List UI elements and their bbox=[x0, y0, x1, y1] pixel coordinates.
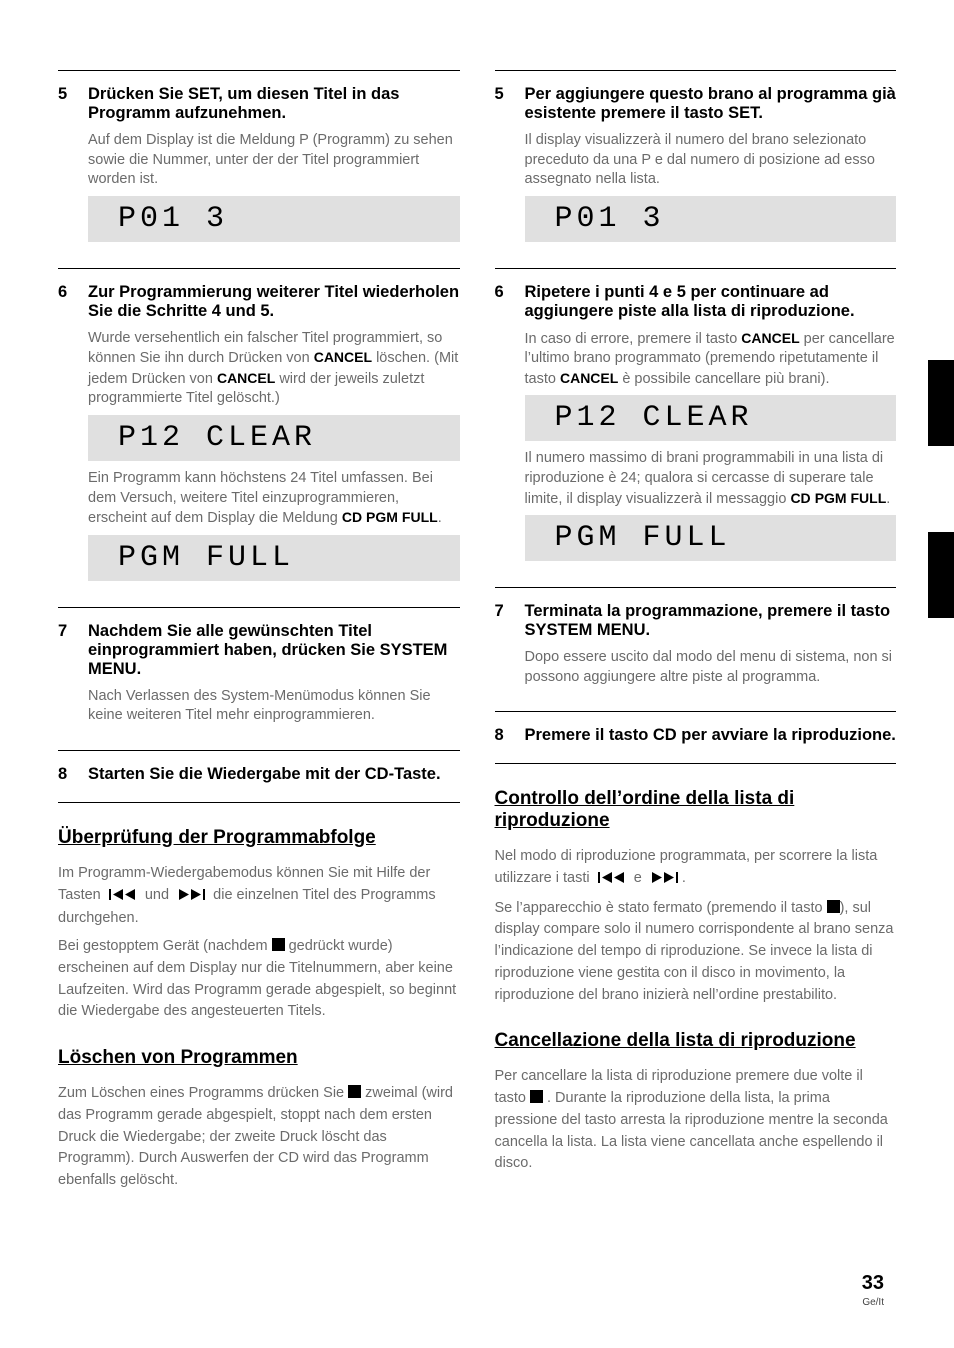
step-note: In caso di errore, premere il tasto CANC… bbox=[525, 329, 897, 390]
prev-track-icon bbox=[109, 887, 137, 909]
cancel-label: CANCEL bbox=[741, 330, 799, 346]
lcd-display: P01 3 bbox=[88, 196, 460, 242]
step-text: Starten Sie die Wiedergabe mit der CD-Ta… bbox=[88, 765, 460, 784]
step-note: Il numero massimo di brani programmabili… bbox=[525, 449, 897, 509]
step-note: Nach Verlassen des System-Menümodus könn… bbox=[88, 687, 460, 726]
manual-page: 5 Drücken Sie SET, um diesen Titel in da… bbox=[0, 0, 954, 1348]
step-text: Premere il tasto CD per avviare la ripro… bbox=[525, 726, 897, 745]
step-note: Il display visualizzerà il numero del br… bbox=[525, 131, 897, 190]
lcd-display: P01 3 bbox=[525, 196, 897, 242]
lcd-display: PGM FULL bbox=[525, 515, 897, 561]
lcd-display: P12 CLEAR bbox=[525, 395, 897, 441]
prev-track-icon bbox=[598, 870, 626, 892]
step-text: Drücken Sie SET, um diesen Titel in das … bbox=[88, 85, 460, 123]
page-number: 33 bbox=[862, 1272, 884, 1295]
cancel-label: CANCEL bbox=[560, 370, 618, 386]
side-tabs bbox=[928, 360, 954, 618]
full-label: FULL bbox=[402, 509, 438, 525]
paragraph: Per cancellare la lista di riproduzione … bbox=[495, 1066, 897, 1175]
paragraph: Zum Löschen eines Programms drücken Sie … bbox=[58, 1083, 460, 1192]
cd-label: CD bbox=[790, 490, 810, 506]
cancel-label: CANCEL bbox=[217, 370, 275, 386]
paragraph: Im Programm-Wiedergabemodus können Sie m… bbox=[58, 863, 460, 930]
stop-icon bbox=[348, 1085, 361, 1098]
language-code: Ge/It bbox=[862, 1297, 884, 1308]
step-text: Nachdem Sie alle gewünschten Titel einpr… bbox=[88, 622, 460, 679]
cancel-label: CANCEL bbox=[314, 349, 372, 365]
stop-icon bbox=[530, 1090, 543, 1103]
paragraph: Bei gestopptem Gerät (nachdem gedrückt w… bbox=[58, 936, 460, 1023]
paragraph: Nel modo di riproduzione programmata, pe… bbox=[495, 846, 897, 892]
step-text: Terminata la programmazione, premere il … bbox=[525, 602, 897, 640]
step-number: 6 bbox=[495, 283, 525, 569]
section-heading: Controllo dell’ordine della lista di rip… bbox=[495, 788, 897, 832]
step-number: 5 bbox=[58, 85, 88, 250]
paragraph: Se l’apparecchio è stato fermato (premen… bbox=[495, 898, 897, 1007]
cdpgm-label: CD PGM bbox=[342, 509, 398, 525]
side-tab bbox=[928, 532, 954, 618]
lcd-display: PGM FULL bbox=[88, 535, 460, 581]
step-note: Ein Programm kann höchstens 24 Titel umf… bbox=[88, 469, 460, 529]
step-number: 8 bbox=[58, 765, 88, 784]
stop-icon bbox=[827, 900, 840, 913]
section-heading: Cancellazione della lista di riproduzion… bbox=[495, 1030, 897, 1052]
stop-icon bbox=[272, 938, 285, 951]
column-german: 5 Drücken Sie SET, um diesen Titel in da… bbox=[58, 60, 460, 1198]
pgmfull-label: PGM FULL bbox=[815, 490, 887, 506]
step-note: Wurde versehentlich ein falscher Titel p… bbox=[88, 329, 460, 409]
step-number: 8 bbox=[495, 726, 525, 745]
step-note: Auf dem Display ist die Meldung P (Progr… bbox=[88, 131, 460, 190]
side-tab bbox=[928, 446, 954, 532]
section-heading: Überprüfung der Programmabfolge bbox=[58, 827, 460, 849]
page-footer: 33 Ge/It bbox=[862, 1272, 884, 1308]
step-text: Ripetere i punti 4 e 5 per continuare ad… bbox=[525, 283, 897, 321]
step-number: 6 bbox=[58, 283, 88, 589]
column-italian: 5 Per aggiungere questo brano al program… bbox=[495, 60, 897, 1198]
step-note: Dopo essere uscito dal modo del menu di … bbox=[525, 648, 897, 687]
step-number: 7 bbox=[495, 602, 525, 693]
step-text: Per aggiungere questo brano al programma… bbox=[525, 85, 897, 123]
section-heading: Löschen von Programmen bbox=[58, 1047, 460, 1069]
next-track-icon bbox=[177, 887, 205, 909]
step-number: 7 bbox=[58, 622, 88, 732]
lcd-display: P12 CLEAR bbox=[88, 415, 460, 461]
side-tab bbox=[928, 360, 954, 446]
next-track-icon bbox=[650, 870, 678, 892]
step-text: Zur Programmierung weiterer Titel wieder… bbox=[88, 283, 460, 321]
step-number: 5 bbox=[495, 85, 525, 250]
